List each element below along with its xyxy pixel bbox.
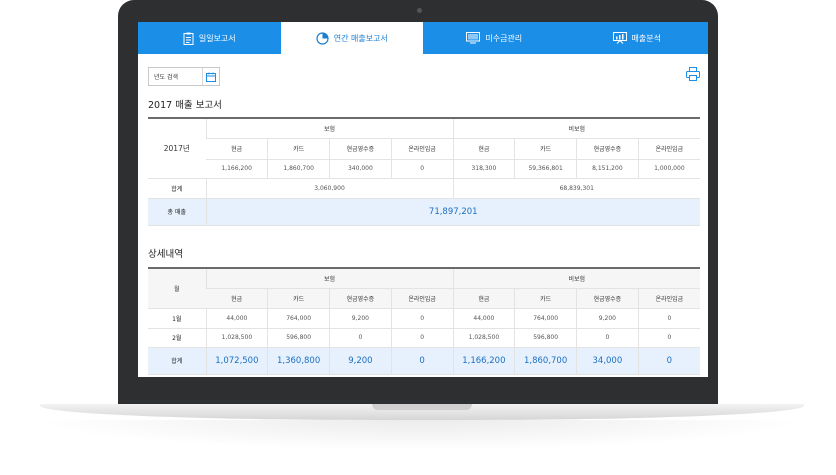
- tab-label: 매출분석: [631, 33, 661, 43]
- value-cell: 44,000: [452, 308, 515, 329]
- column-header: 온라인입금: [637, 288, 700, 309]
- column-header: 온라인입금: [390, 138, 453, 160]
- presentation-icon: [612, 32, 627, 44]
- column-header: 현금: [452, 288, 515, 309]
- value-cell: 59,366,801: [514, 159, 577, 179]
- value-cell: 0: [637, 308, 700, 329]
- value-cell: 764,000: [514, 308, 577, 329]
- value-cell: 1,028,500: [205, 328, 268, 348]
- column-header: 카드: [514, 138, 577, 160]
- value-cell: 0: [329, 328, 392, 348]
- uninsured-subtotal: 68,839,301: [452, 178, 700, 199]
- tab-sales-analysis[interactable]: 매출분석: [566, 22, 709, 54]
- value-cell: 0: [390, 328, 453, 348]
- tab-label: 연간 매출보고서: [333, 33, 388, 43]
- column-header: 현금: [206, 288, 268, 309]
- group-header-uninsured: 비보험: [452, 267, 700, 289]
- value-cell: 764,000: [267, 308, 330, 329]
- annual-report-table: 2017년 보험 비보험 현금 카드 현금영수증 온라인입금 현금 카드 현금영…: [148, 117, 700, 226]
- group-header-insured: 보험: [205, 267, 453, 289]
- value-cell: 596,800: [514, 328, 577, 348]
- value-cell: 0: [390, 159, 453, 179]
- tab-label: 일일보고서: [198, 33, 236, 43]
- value-cell: 1,028,500: [452, 328, 515, 348]
- value-cell: 9,200: [576, 308, 639, 329]
- tab-receivables[interactable]: 미수금관리: [423, 22, 566, 54]
- total-cell: 1,166,200: [452, 347, 515, 375]
- app-screen: 일일보고서 연간 매출보고서 미수금관리 매출분석 년도 검색 2017 매출 …: [138, 22, 708, 377]
- total-cell: 0: [637, 347, 700, 375]
- column-header: 현금: [452, 138, 515, 160]
- tab-daily-report[interactable]: 일일보고서: [138, 22, 281, 54]
- clipboard-icon: [183, 32, 194, 45]
- value-cell: 1,000,000: [637, 159, 700, 179]
- total-sales-value: 71,897,201: [205, 198, 700, 226]
- month-cell: 1월: [148, 308, 206, 329]
- column-header: 카드: [267, 288, 330, 309]
- year-cell: 2017년: [148, 117, 206, 179]
- group-header-uninsured: 비보험: [452, 117, 700, 139]
- year-search-field[interactable]: 년도 검색: [148, 67, 220, 86]
- webcam: [417, 8, 422, 13]
- total-cell: 34,000: [576, 347, 639, 375]
- tab-annual-sales-report[interactable]: 연간 매출보고서: [280, 22, 423, 54]
- column-header: 카드: [514, 288, 577, 309]
- column-header: 현금: [206, 138, 268, 160]
- total-label: 합계: [148, 347, 206, 375]
- monitor-icon: [466, 32, 481, 44]
- total-sales-label: 총 매출: [148, 198, 206, 226]
- column-header: 현금영수증: [329, 288, 392, 309]
- column-header: 현금영수증: [329, 138, 392, 160]
- total-cell: 1,072,500: [205, 347, 268, 375]
- laptop-notch: [372, 404, 472, 410]
- calendar-button[interactable]: [202, 68, 219, 85]
- detail-table: 월 보험 비보험 현금 카드 현금영수증 온라인입금 현금 카드 현금영수증 온…: [148, 267, 700, 375]
- laptop-shadow: [30, 420, 810, 450]
- column-header: 온라인입금: [390, 288, 453, 309]
- value-cell: 44,000: [205, 308, 268, 329]
- table-row: 2월 1,028,500 596,800 0 0 1,028,500 596,8…: [148, 328, 700, 348]
- month-header: 월: [148, 267, 206, 309]
- total-row: 합계 1,072,500 1,360,800 9,200 0 1,166,200…: [148, 347, 700, 375]
- column-header: 현금영수증: [576, 138, 639, 160]
- report-title: 2017 매출 보고서: [148, 100, 222, 111]
- value-cell: 0: [390, 308, 453, 329]
- tab-label: 미수금관리: [485, 33, 523, 43]
- value-cell: 8,151,200: [576, 159, 639, 179]
- total-cell: 1,860,700: [514, 347, 577, 375]
- value-cell: 1,860,700: [267, 159, 330, 179]
- table-row: 1월 44,000 764,000 9,200 0 44,000 764,000…: [148, 308, 700, 329]
- value-cell: 0: [576, 328, 639, 348]
- value-cell: 1,166,200: [206, 159, 268, 179]
- calendar-icon: [206, 72, 216, 82]
- value-cell: 340,000: [329, 159, 392, 179]
- group-header-insured: 보험: [205, 117, 453, 139]
- print-button[interactable]: [686, 66, 700, 81]
- detail-title: 상세내역: [148, 249, 183, 260]
- subtotal-label: 합계: [148, 178, 206, 199]
- value-cell: 318,300: [452, 159, 515, 179]
- column-header: 카드: [267, 138, 330, 160]
- total-cell: 0: [390, 347, 453, 375]
- value-cell: 596,800: [267, 328, 330, 348]
- value-cell: 9,200: [329, 308, 392, 329]
- pie-chart-icon: [316, 31, 329, 45]
- column-header: 현금영수증: [576, 288, 639, 309]
- total-cell: 1,360,800: [267, 347, 330, 375]
- printer-icon: [686, 67, 700, 81]
- total-cell: 9,200: [329, 347, 392, 375]
- column-header: 온라인입금: [637, 138, 700, 160]
- year-search-label: 년도 검색: [154, 74, 178, 81]
- value-cell: 0: [637, 328, 700, 348]
- month-cell: 2월: [148, 328, 206, 348]
- insured-subtotal: 3,060,900: [205, 178, 453, 199]
- tab-bar: 일일보고서 연간 매출보고서 미수금관리 매출분석: [138, 22, 708, 54]
